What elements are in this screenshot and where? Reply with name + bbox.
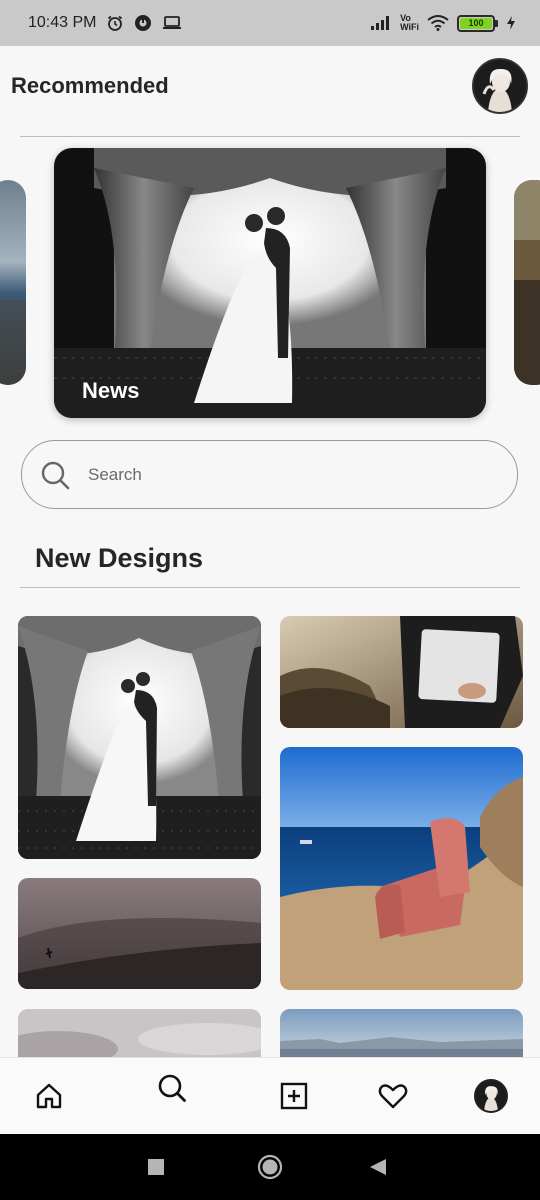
design-tile-wedding[interactable] — [18, 616, 261, 859]
vowifi-indicator: Vo WiFi — [400, 14, 419, 32]
header: Recommended — [0, 46, 540, 136]
home-circle-icon[interactable] — [257, 1154, 283, 1180]
battery-body: 100 — [457, 14, 495, 32]
design-tile-foggy-hills[interactable] — [18, 878, 261, 989]
battery-tip — [495, 19, 498, 27]
search-bar[interactable] — [21, 440, 518, 509]
search-icon — [157, 1073, 187, 1103]
nav-search[interactable] — [152, 1068, 192, 1108]
recents-icon[interactable] — [147, 1158, 165, 1176]
heart-icon — [378, 1082, 408, 1110]
search-input[interactable] — [88, 464, 468, 485]
design-tile-desert[interactable] — [280, 1009, 523, 1057]
status-time: 10:43 PM — [28, 14, 97, 31]
section-divider — [20, 587, 520, 588]
search-icon — [40, 460, 70, 490]
carousel-card-prev[interactable] — [0, 180, 26, 385]
laptop-icon — [162, 15, 182, 31]
home-icon — [35, 1082, 63, 1110]
app-notification-icon — [134, 14, 152, 32]
design-tile-mist[interactable] — [18, 1009, 261, 1057]
add-post-icon — [280, 1082, 308, 1110]
wifi-icon — [427, 15, 449, 31]
vowifi-bottom-label: WiFi — [400, 22, 419, 32]
battery-level: 100 — [460, 17, 492, 29]
nav-profile[interactable] — [471, 1076, 511, 1116]
status-left: 10:43 PM — [28, 14, 182, 32]
signal-icon — [370, 15, 392, 31]
carousel-card-news[interactable]: News — [54, 148, 486, 418]
alarm-icon — [106, 14, 124, 32]
profile-avatar[interactable] — [472, 58, 528, 114]
nav-home[interactable] — [29, 1076, 69, 1116]
header-divider — [20, 136, 520, 137]
status-right: Vo WiFi 100 — [370, 14, 516, 32]
carousel-card-label: News — [82, 378, 140, 403]
carousel-card-next[interactable] — [514, 180, 540, 385]
profile-avatar-small — [474, 1079, 508, 1113]
battery-icon: 100 — [457, 14, 498, 32]
section-title: New Designs — [35, 543, 204, 573]
back-icon[interactable] — [369, 1158, 387, 1176]
nav-favorites[interactable] — [373, 1076, 413, 1116]
page-title: Recommended — [11, 73, 169, 98]
bottom-navigation — [0, 1057, 540, 1134]
nav-add-post[interactable] — [274, 1076, 314, 1116]
system-navigation-bar — [0, 1134, 540, 1200]
design-tile-red-chair[interactable] — [280, 747, 523, 990]
charging-icon — [506, 15, 516, 31]
status-bar: 10:43 PM Vo WiFi 100 — [0, 0, 540, 46]
design-tile-laptop-man[interactable] — [280, 616, 523, 728]
